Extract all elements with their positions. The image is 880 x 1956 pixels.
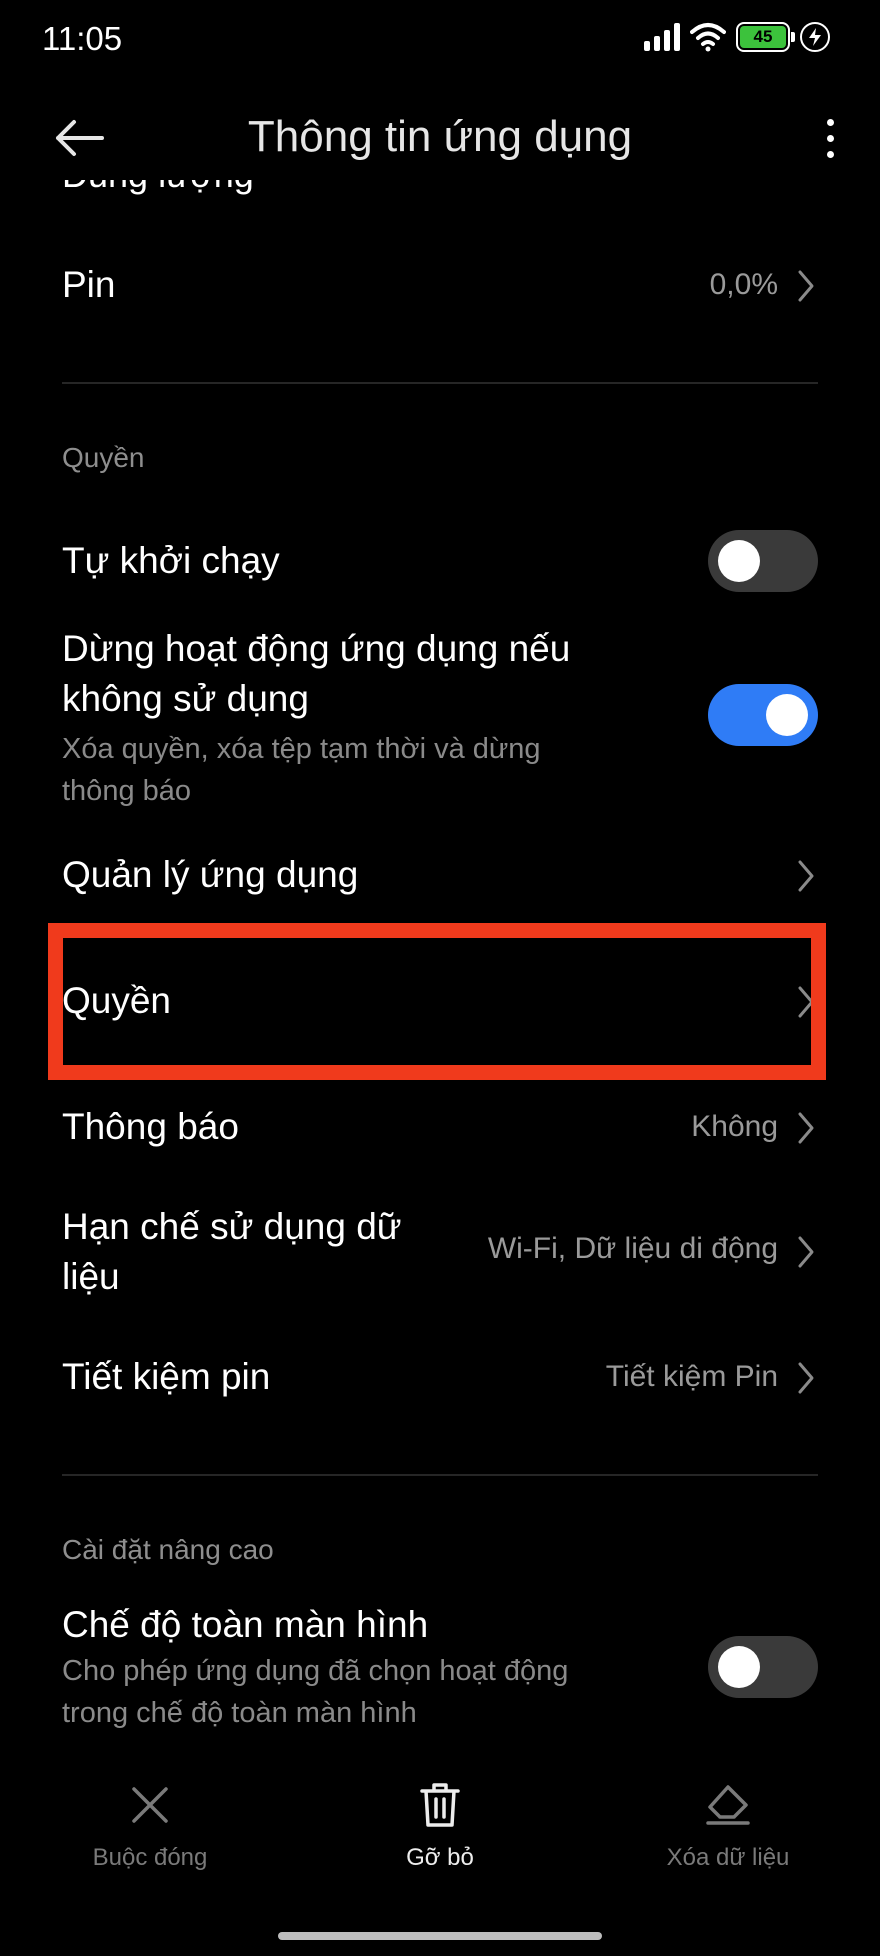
advanced-section-header: Cài đặt nâng cao <box>62 1534 274 1565</box>
battery-usage-row[interactable]: Pin 0,0% <box>62 260 818 312</box>
uninstall-button[interactable]: Gỡ bỏ <box>350 1780 530 1872</box>
battery-usage-value: 0,0% <box>709 268 778 301</box>
chevron-right-icon <box>798 1236 814 1268</box>
force-stop-button[interactable]: Buộc đóng <box>60 1780 240 1872</box>
trash-icon <box>420 1783 460 1827</box>
more-options-button[interactable] <box>808 108 852 168</box>
battery-usage-title: Pin <box>62 264 116 305</box>
wifi-icon <box>690 23 726 52</box>
charging-icon <box>800 22 830 52</box>
bottom-action-bar: Buộc đóng Gỡ bỏ Xóa dữ liệu <box>0 1780 880 1890</box>
manage-apps-title: Quản lý ứng dụng <box>62 854 359 895</box>
status-icons: 45 <box>644 22 830 52</box>
fullscreen-title: Chế độ toàn màn hình <box>62 1604 429 1645</box>
chevron-right-icon <box>798 1362 814 1394</box>
clear-data-button[interactable]: Xóa dữ liệu <box>638 1780 818 1872</box>
battery-icon: 45 <box>736 22 795 52</box>
home-indicator[interactable] <box>278 1932 602 1940</box>
notifications-value: Không <box>691 1110 778 1143</box>
app-header: Thông tin ứng dụng <box>0 90 880 186</box>
page-title: Thông tin ứng dụng <box>247 112 633 161</box>
divider <box>62 1474 818 1476</box>
fullscreen-toggle[interactable] <box>708 1636 818 1698</box>
fullscreen-row[interactable]: Chế độ toàn màn hình Cho phép ứng dụng đ… <box>62 1600 818 1740</box>
chevron-right-icon <box>798 270 814 302</box>
eraser-icon <box>706 1785 750 1825</box>
status-bar: 11:05 45 <box>0 0 880 80</box>
close-icon <box>132 1787 168 1823</box>
pause-app-toggle[interactable] <box>708 684 818 746</box>
chevron-right-icon <box>798 1112 814 1144</box>
battery-saver-value: Tiết kiệm Pin <box>605 1360 778 1393</box>
more-vertical-icon <box>826 118 834 126</box>
pause-app-sub-line1: Xóa quyền, xóa tệp tạm thời và dừng <box>62 733 541 765</box>
clear-data-label: Xóa dữ liệu <box>666 1844 790 1871</box>
force-stop-label: Buộc đóng <box>92 1844 208 1871</box>
autostart-title: Tự khởi chạy <box>62 540 280 581</box>
battery-saver-row[interactable]: Tiết kiệm pin Tiết kiệm Pin <box>62 1352 818 1404</box>
pause-app-title-line1: Dừng hoạt động ứng dụng nếu <box>62 628 571 669</box>
autostart-row[interactable]: Tự khởi chạy <box>62 530 818 592</box>
pause-app-sub-line2: thông báo <box>62 775 192 807</box>
manage-apps-row[interactable]: Quản lý ứng dụng <box>62 850 818 902</box>
signal-icon <box>644 23 680 51</box>
pause-app-row[interactable]: Dừng hoạt động ứng dụng nếu không sử dụn… <box>62 624 818 814</box>
fullscreen-sub-line1: Cho phép ứng dụng đã chọn hoạt động <box>62 1655 569 1687</box>
autostart-toggle[interactable] <box>708 530 818 592</box>
notifications-row[interactable]: Thông báo Không <box>62 1102 818 1154</box>
clipped-row-text: Dung lượng <box>62 180 262 196</box>
uninstall-label: Gỡ bỏ <box>406 1844 474 1871</box>
clipped-row: Dung lượng <box>62 180 262 204</box>
permissions-section-header: Quyền <box>62 442 145 473</box>
divider <box>62 382 818 384</box>
fullscreen-sub-line2: trong chế độ toàn màn hình <box>62 1697 417 1729</box>
pause-app-title-line2: không sử dụng <box>62 678 309 719</box>
status-time: 11:05 <box>42 20 123 57</box>
battery-level: 45 <box>740 26 786 48</box>
data-restriction-value: Wi-Fi, Dữ liệu di động <box>487 1232 778 1265</box>
highlight-box <box>48 923 826 1080</box>
chevron-right-icon <box>798 860 814 892</box>
data-restriction-row[interactable]: Hạn chế sử dụng dữ liệu Wi-Fi, Dữ liệu d… <box>62 1202 818 1302</box>
